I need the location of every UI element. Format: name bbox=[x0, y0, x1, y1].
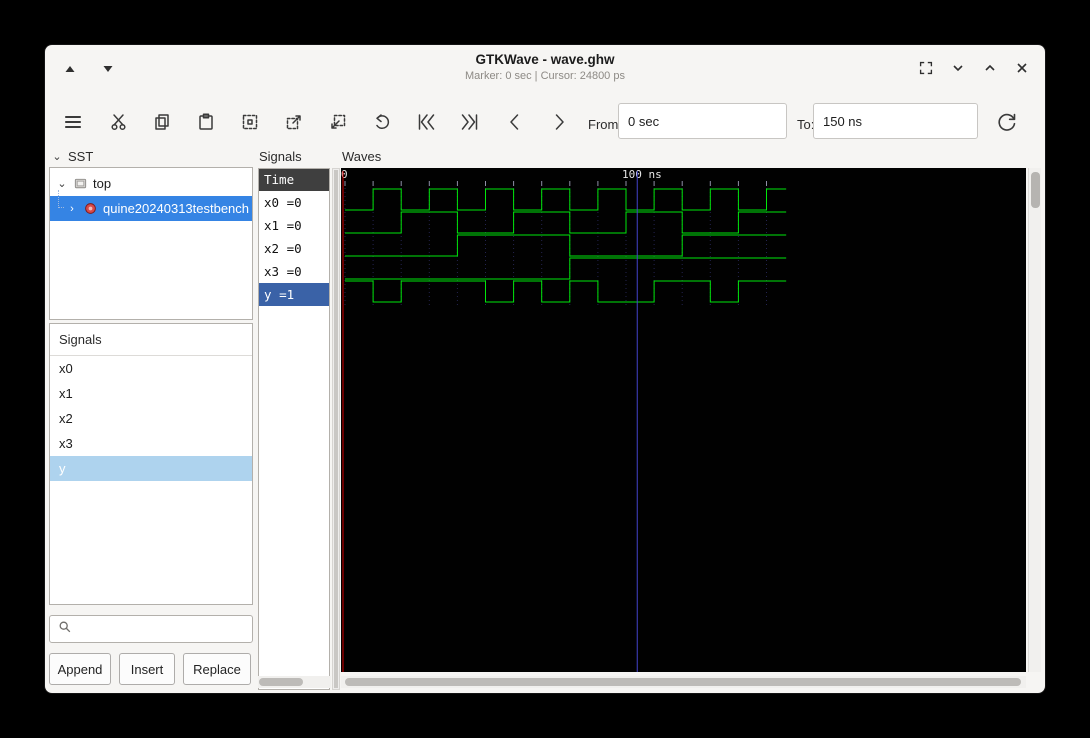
cut-icon[interactable] bbox=[107, 110, 131, 134]
scrollbar-thumb[interactable] bbox=[259, 678, 303, 686]
signal-search bbox=[49, 615, 254, 643]
signal-item-x3[interactable]: x3 bbox=[50, 431, 252, 456]
undo-icon[interactable] bbox=[370, 110, 394, 134]
svg-text:0: 0 bbox=[341, 168, 348, 181]
waves-frame-label: Waves bbox=[342, 149, 382, 164]
trace-row-x0[interactable]: x0 =0 bbox=[259, 191, 329, 214]
go-end-icon[interactable] bbox=[458, 110, 482, 134]
tree-node-testbench[interactable]: › quine20240313testbench bbox=[50, 190, 252, 221]
search-input[interactable] bbox=[78, 618, 254, 640]
signals-frame-label: Signals bbox=[259, 149, 302, 164]
step-back-icon[interactable] bbox=[503, 110, 527, 134]
insert-button[interactable]: Insert bbox=[119, 653, 175, 685]
to-input[interactable] bbox=[813, 103, 978, 139]
sst-collapse-icon[interactable]: ⌄ bbox=[51, 150, 63, 163]
trace-row-x3[interactable]: x3 =0 bbox=[259, 260, 329, 283]
signals-list-panel: Signals x0 x1 x2 x3 y bbox=[49, 323, 253, 605]
svg-text:100 ns: 100 ns bbox=[622, 168, 662, 181]
tree-node-label: quine20240313testbench bbox=[103, 201, 250, 216]
menu-icon[interactable] bbox=[61, 110, 85, 134]
expander-icon[interactable]: ⌄ bbox=[56, 177, 68, 190]
zoom-in-icon[interactable] bbox=[282, 110, 306, 134]
waveform-canvas[interactable]: 0 100 ns bbox=[341, 168, 1026, 672]
signal-item-x1[interactable]: x1 bbox=[50, 381, 252, 406]
paste-icon[interactable] bbox=[194, 110, 218, 134]
search-icon bbox=[58, 620, 72, 639]
trace-names-panel: Time x0 =0 x1 =0 x2 =0 x3 =0 y =1 bbox=[258, 168, 330, 690]
from-label: From: bbox=[588, 117, 622, 132]
module-icon bbox=[73, 176, 88, 191]
zoom-out-icon[interactable] bbox=[326, 110, 350, 134]
trace-row-x1[interactable]: x1 =0 bbox=[259, 214, 329, 237]
signal-item-y[interactable]: y bbox=[50, 456, 252, 481]
waveform-svg: 0 100 ns bbox=[341, 168, 787, 672]
scrollbar-thumb[interactable] bbox=[345, 678, 1021, 686]
wave-vertical-scrollbar[interactable] bbox=[1028, 168, 1041, 672]
zoom-fit-icon[interactable] bbox=[238, 110, 262, 134]
scrollbar-thumb[interactable] bbox=[1031, 172, 1040, 208]
toolbar: From: To: bbox=[45, 97, 1045, 147]
restore-icon[interactable] bbox=[915, 57, 937, 79]
tree-node-label: top bbox=[93, 176, 112, 191]
names-horizontal-scrollbar[interactable] bbox=[258, 676, 331, 688]
trace-names-scrollbar[interactable] bbox=[332, 168, 340, 690]
window-title: GTKWave - wave.ghw bbox=[475, 52, 615, 67]
tree-connector bbox=[58, 190, 64, 208]
append-button[interactable]: Append bbox=[49, 653, 111, 685]
from-input[interactable] bbox=[618, 103, 787, 139]
replace-button[interactable]: Replace bbox=[183, 653, 251, 685]
go-start-icon[interactable] bbox=[414, 110, 438, 134]
wave-horizontal-scrollbar[interactable] bbox=[341, 676, 1026, 688]
signal-item-x2[interactable]: x2 bbox=[50, 406, 252, 431]
signal-item-x0[interactable]: x0 bbox=[50, 356, 252, 381]
trace-row-y[interactable]: y =1 bbox=[259, 283, 329, 306]
maximize-icon[interactable] bbox=[979, 57, 1001, 79]
step-forward-icon[interactable] bbox=[547, 110, 571, 134]
tree-node-top[interactable]: ⌄ top bbox=[50, 171, 252, 196]
time-header[interactable]: Time bbox=[259, 169, 329, 191]
minimize-icon[interactable] bbox=[947, 57, 969, 79]
to-label: To: bbox=[797, 117, 815, 132]
window-status: Marker: 0 sec | Cursor: 24800 ps bbox=[465, 70, 625, 82]
gtkwave-window: GTKWave - wave.ghw Marker: 0 sec | Curso… bbox=[45, 45, 1045, 693]
sst-header: SST bbox=[68, 149, 94, 164]
copy-icon[interactable] bbox=[150, 110, 174, 134]
process-icon bbox=[83, 201, 98, 216]
expander-icon[interactable]: › bbox=[66, 203, 78, 215]
sst-tree: ⌄ top › quine20240313testbench bbox=[49, 167, 253, 320]
close-icon[interactable] bbox=[1011, 57, 1033, 79]
titlebar: GTKWave - wave.ghw Marker: 0 sec | Curso… bbox=[45, 45, 1045, 92]
trace-row-x2[interactable]: x2 =0 bbox=[259, 237, 329, 260]
reload-icon[interactable] bbox=[995, 110, 1019, 134]
signals-list-header: Signals bbox=[50, 324, 252, 356]
